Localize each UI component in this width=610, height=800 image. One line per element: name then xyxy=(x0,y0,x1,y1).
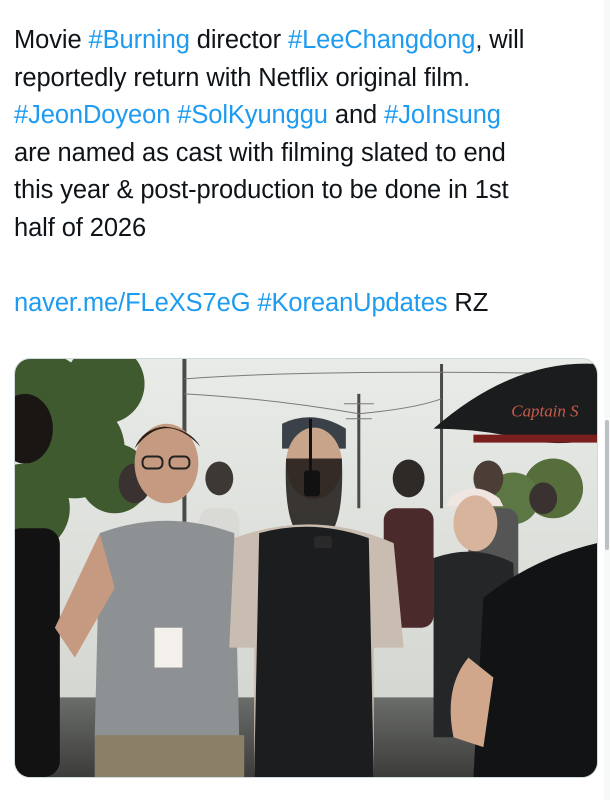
url-link[interactable]: naver.me/FLeXS7eG xyxy=(14,289,251,317)
hashtag-link[interactable]: #KoreanUpdates xyxy=(257,289,447,317)
tweet-line: are named as cast with filming slated to… xyxy=(14,135,598,173)
photo-scene: Captain S xyxy=(15,359,597,777)
umbrella-text: Captain S xyxy=(511,402,579,421)
tweet-line xyxy=(14,248,598,286)
tweet-line: naver.me/FLeXS7eG #KoreanUpdates RZ xyxy=(14,285,598,323)
scrollbar[interactable] xyxy=(604,0,610,800)
tweet-text-segment: RZ xyxy=(447,289,489,318)
scrollbar-thumb[interactable] xyxy=(605,420,609,550)
tweet-line: reportedly return with Netflix original … xyxy=(14,60,598,98)
hashtag-link[interactable]: #JeonDoyeon xyxy=(14,101,170,129)
hashtag-link[interactable]: #LeeChangdong xyxy=(288,26,475,54)
tweet-line: half of 2026 xyxy=(14,210,598,248)
tweet-text-segment: are named as cast with filming slated to… xyxy=(14,138,506,167)
tweet-line: Movie #Burning director #LeeChangdong, w… xyxy=(14,22,598,60)
hashtag-link[interactable]: #SolKyunggu xyxy=(177,101,328,129)
tweet-line: #JeonDoyeon #SolKyunggu and #JoInsung xyxy=(14,97,598,135)
tweet-text-segment: and xyxy=(327,101,385,130)
tweet-text: Movie #Burning director #LeeChangdong, w… xyxy=(14,22,598,323)
hashtag-link[interactable]: #JoInsung xyxy=(384,101,501,129)
tweet-text-segment: half of 2026 xyxy=(14,213,147,242)
tweet-photo[interactable]: Captain S xyxy=(14,358,598,778)
tweet-line: this year & post-production to be done i… xyxy=(14,172,598,210)
tweet-text-segment: reportedly return with Netflix original … xyxy=(14,63,471,92)
tweet-text-segment: director xyxy=(189,26,288,54)
tweet-text-segment: this year & post-production to be done i… xyxy=(14,176,509,205)
tweet-text-segment: , will xyxy=(475,26,525,54)
hashtag-link[interactable]: #Burning xyxy=(89,26,190,54)
tweet-text-segment: Movie xyxy=(14,26,89,54)
